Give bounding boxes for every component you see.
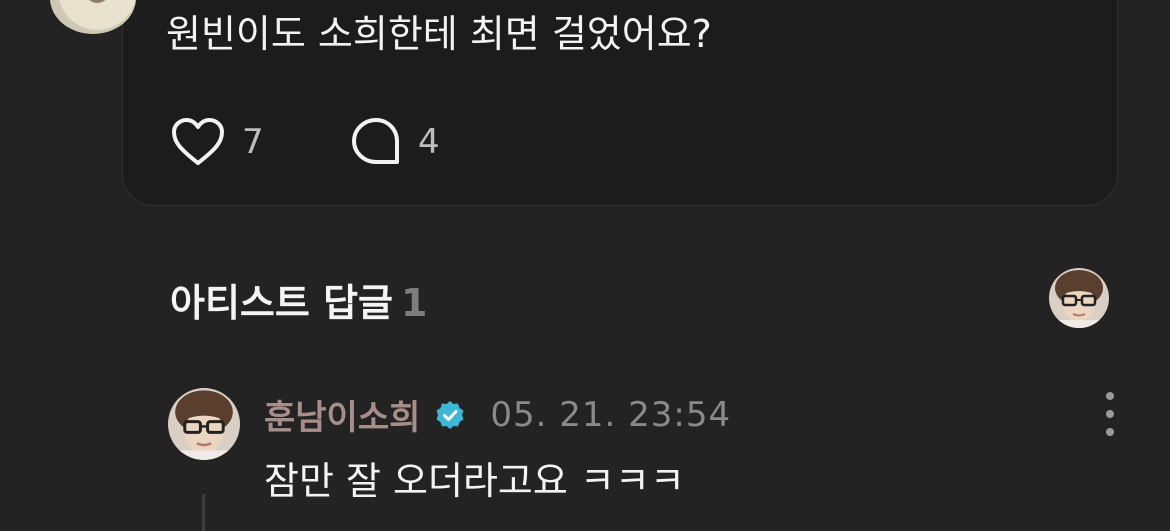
artist-avatar[interactable]: [1049, 268, 1109, 328]
like-count: 7: [242, 122, 264, 162]
like-button[interactable]: 7: [170, 116, 264, 168]
comment-count: 4: [418, 122, 440, 162]
comment-bubble-icon: [350, 116, 402, 168]
more-vertical-icon-dot: [1106, 392, 1114, 400]
reply-text: 잠만 잘 오더라고요 ㅋㅋㅋ: [264, 459, 685, 503]
comment-button[interactable]: 4: [350, 116, 440, 168]
more-vertical-icon-dot: [1106, 410, 1114, 418]
reply-author-name[interactable]: 훈남이소희: [264, 390, 420, 439]
thread-line: [202, 494, 205, 531]
more-options-button[interactable]: [1098, 392, 1122, 436]
artist-replies-title: 아티스트 답글: [170, 281, 393, 325]
post-text: 원빈이도 소희한테 최면 걸었어요?: [166, 12, 712, 56]
artist-replies-heading: 아티스트 답글 1: [170, 272, 427, 327]
reply-timestamp: 05. 21. 23:54: [490, 394, 732, 435]
reply-header: 훈남이소희 05. 21. 23:54: [264, 390, 731, 439]
more-vertical-icon-dot: [1106, 428, 1114, 436]
artist-replies-count: 1: [401, 281, 428, 325]
verified-badge-icon: [434, 399, 466, 431]
reply-author-avatar[interactable]: [168, 388, 240, 460]
heart-icon: [170, 116, 226, 168]
